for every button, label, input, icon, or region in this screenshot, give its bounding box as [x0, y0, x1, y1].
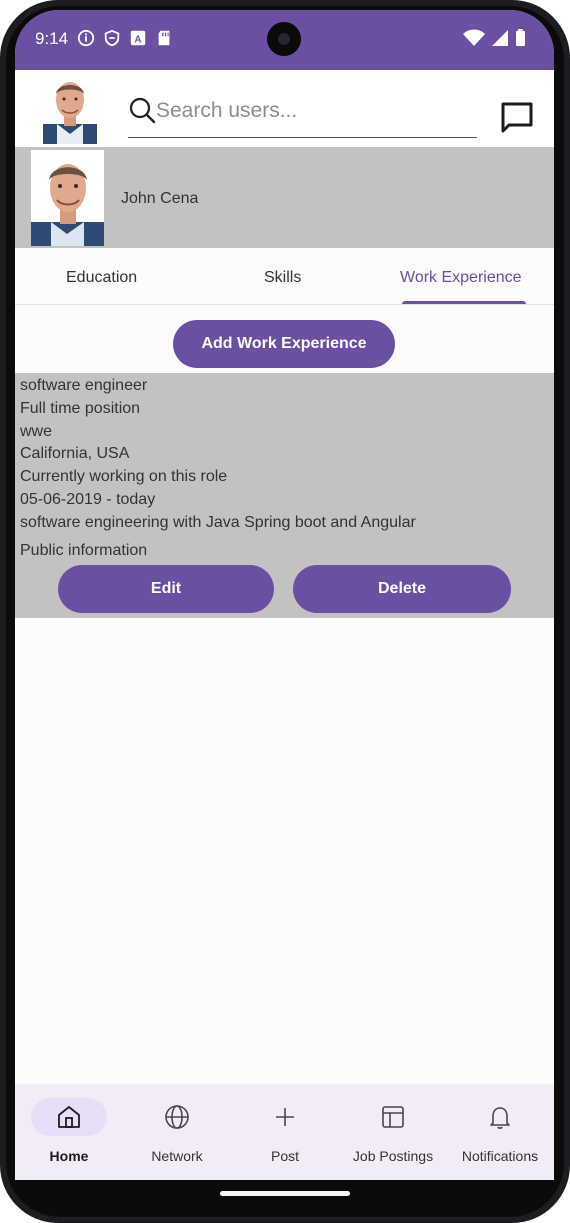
delete-button[interactable]: Delete: [293, 565, 511, 613]
experience-description: software engineering with Java Spring bo…: [20, 514, 416, 531]
nav-item-notifications[interactable]: Notifications: [446, 1084, 554, 1180]
sd-card-icon: [158, 30, 170, 46]
experience-title: software engineer: [20, 377, 148, 394]
search-icon[interactable]: [128, 96, 156, 124]
nav-label-home: Home: [49, 1148, 89, 1164]
experience-company: wwe: [20, 423, 53, 440]
plus-icon: [276, 1108, 294, 1126]
bell-icon: [490, 1107, 510, 1129]
status-notification-icons: A: [77, 29, 173, 47]
battery-icon: [516, 29, 525, 47]
status-system-icons: [463, 29, 526, 47]
svg-text:A: A: [134, 35, 141, 46]
shield-icon: [104, 29, 120, 47]
experience-visibility: Public information: [20, 542, 148, 559]
chat-icon[interactable]: [499, 100, 535, 136]
layout-icon: [382, 1106, 404, 1128]
signal-icon: [492, 30, 508, 46]
profile-photo: [31, 150, 104, 246]
nav-item-network[interactable]: Network: [123, 1084, 231, 1180]
tab-education[interactable]: Education: [66, 269, 137, 287]
tab-skills[interactable]: Skills: [264, 269, 301, 287]
info-icon: [77, 29, 95, 47]
front-camera: [267, 22, 301, 56]
profile-name: John Cena: [121, 190, 199, 207]
profile-tabs: Education Skills Work Experience: [15, 248, 554, 305]
search-input[interactable]: [156, 96, 472, 126]
nav-label-post: Post: [270, 1148, 299, 1164]
top-app-bar: [15, 70, 554, 147]
user-avatar[interactable]: [43, 72, 97, 144]
tab-work-experience[interactable]: Work Experience: [400, 269, 522, 287]
font-icon: A: [130, 30, 146, 46]
experience-employment-type: Full time position: [20, 400, 141, 417]
app-screen: 9:14 A Search users... John Cena Educati…: [15, 10, 554, 1180]
nav-item-job-postings[interactable]: Job Postings: [339, 1084, 447, 1180]
add-work-experience-button[interactable]: Add Work Experience: [173, 320, 395, 368]
experience-location: California, USA: [20, 445, 130, 462]
bottom-navigation: Home Network Post Job Postings Notificat…: [15, 1084, 554, 1180]
work-experience-card: software engineer Full time position wwe…: [15, 373, 554, 618]
experience-dates: 05-06-2019 - today: [20, 491, 156, 508]
experience-status: Currently working on this role: [20, 468, 228, 485]
status-time: 9:14: [35, 29, 69, 48]
nav-item-post[interactable]: Post: [231, 1084, 339, 1180]
nav-item-home[interactable]: Home: [15, 1084, 123, 1180]
search-bar: [128, 92, 477, 138]
active-tab-indicator: [402, 301, 526, 304]
nav-label-notifications: Notifications: [461, 1148, 539, 1164]
edit-button[interactable]: Edit: [58, 565, 274, 613]
profile-header: John Cena: [15, 147, 554, 248]
home-icon: [58, 1106, 80, 1128]
nav-label-job-postings: Job Postings: [352, 1148, 434, 1164]
globe-icon: [165, 1105, 189, 1129]
wifi-icon: [463, 29, 485, 46]
nav-label-network: Network: [151, 1148, 203, 1164]
gesture-home-bar[interactable]: [220, 1191, 350, 1196]
status-bar: 9:14 A: [15, 10, 554, 70]
